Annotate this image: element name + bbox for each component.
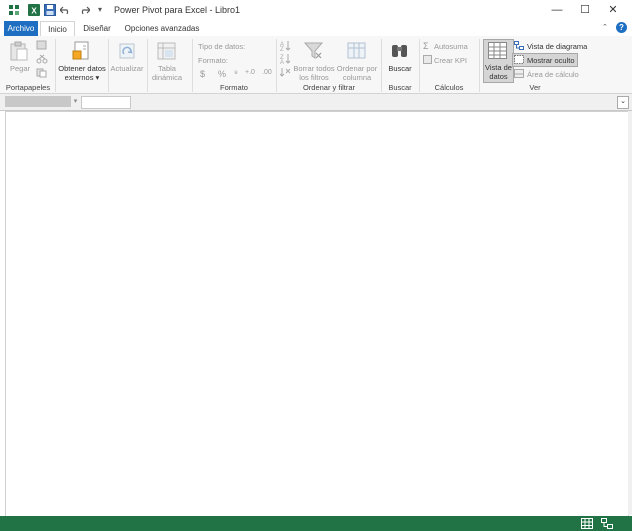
close-button[interactable]: ✕: [600, 2, 626, 19]
find-button[interactable]: Buscar: [383, 64, 417, 73]
separator: [276, 39, 277, 92]
cut-icon[interactable]: [36, 54, 48, 64]
power-pivot-icon: [8, 4, 20, 16]
paste-icon: [10, 41, 28, 61]
group-label-formato: Formato: [220, 83, 248, 92]
ribbon-collapse-icon[interactable]: ⌃: [602, 23, 609, 31]
thousands-button[interactable]: ⁹: [234, 68, 238, 78]
autosum-button[interactable]: Autosuma: [434, 42, 468, 51]
show-hidden-icon: [514, 55, 524, 64]
get-external-data-label-1: Obtener datos: [58, 64, 106, 73]
title-bar: [0, 0, 632, 21]
calculation-area-button[interactable]: Área de cálculo: [527, 70, 579, 79]
tab-disenar[interactable]: Diseñar: [78, 21, 116, 36]
tab-inicio[interactable]: Inicio: [40, 21, 75, 37]
clear-filters-icon: [304, 42, 324, 59]
group-label-portapapeles: Portapapeles: [5, 83, 51, 92]
pivot-table-icon: [157, 42, 176, 60]
maximize-button[interactable]: ☐: [572, 2, 598, 19]
name-box[interactable]: [5, 96, 71, 107]
formula-input[interactable]: [81, 96, 131, 109]
group-label-calculos: Cálculos: [434, 83, 464, 92]
grid-view-icon[interactable]: [581, 518, 593, 529]
save-icon[interactable]: [44, 4, 56, 16]
svg-text:A: A: [280, 60, 284, 64]
name-box-dropdown-icon[interactable]: ▾: [71, 96, 80, 107]
tab-opciones-avanzadas[interactable]: Opciones avanzadas: [122, 21, 202, 36]
diagram-view-button[interactable]: Vista de diagrama: [527, 42, 587, 51]
undo-icon[interactable]: [60, 5, 72, 15]
excel-icon[interactable]: X: [28, 4, 40, 16]
get-external-data-button[interactable]: Obtener datos externos ▾: [56, 64, 108, 82]
refresh-icon: [119, 43, 135, 59]
svg-text:X: X: [31, 7, 37, 16]
sort-by-column-icon: [347, 42, 366, 59]
formula-expand-icon[interactable]: ⌄: [617, 96, 629, 109]
sort-by-column-button[interactable]: Ordenar por columna: [336, 64, 378, 82]
clear-filters-label-2: los filtros: [299, 73, 329, 82]
separator: [192, 39, 193, 92]
data-view-label: Vista de datos: [483, 63, 514, 81]
svg-text:Z: Z: [280, 47, 284, 51]
data-type-label[interactable]: Tipo de datos:: [198, 42, 245, 51]
percent-button[interactable]: %: [218, 69, 226, 79]
minimize-button[interactable]: —: [544, 2, 570, 19]
show-hidden-label: Mostrar oculto: [527, 56, 575, 65]
pivot-table-button[interactable]: Tabla dinámica: [148, 64, 186, 82]
tab-archivo[interactable]: Archivo: [4, 21, 38, 36]
get-external-data-label-2: externos ▾: [64, 73, 100, 82]
data-view-icon: [488, 42, 507, 59]
clear-sort-icon[interactable]: [280, 66, 291, 77]
get-external-data-icon: [72, 41, 89, 60]
redo-icon[interactable]: [78, 5, 90, 15]
pivot-table-label-2: dinámica: [151, 73, 182, 82]
pivot-table-label-1: Tabla: [158, 64, 176, 73]
status-bar: [0, 516, 632, 531]
clear-filters-button[interactable]: Borrar todos los filtros: [292, 64, 336, 82]
diagram-status-icon[interactable]: [601, 518, 613, 529]
qat-customize-icon[interactable]: ▾: [96, 5, 104, 15]
sort-by-column-label-2: columna: [342, 73, 372, 82]
data-view-label-1: Vista de: [485, 63, 512, 72]
calculation-area-icon: [514, 69, 524, 78]
group-label-ordenar: Ordenar y filtrar: [302, 83, 356, 92]
decrease-decimal-button[interactable]: .00: [262, 69, 272, 76]
copy-icon[interactable]: [36, 68, 48, 78]
group-label-ver: Ver: [529, 83, 541, 92]
paste-special-icon[interactable]: [36, 40, 48, 50]
help-icon[interactable]: ?: [616, 22, 627, 33]
diagram-view-icon: [514, 41, 524, 50]
currency-button[interactable]: $: [200, 69, 205, 79]
refresh-button[interactable]: Actualizar: [108, 64, 146, 73]
sigma-icon: Σ: [423, 41, 429, 51]
binoculars-icon: [392, 45, 407, 57]
clear-filters-label-1: Borrar todos: [293, 64, 335, 73]
right-edge-strip: [628, 111, 632, 515]
data-view-label-2: datos: [489, 72, 508, 81]
kpi-icon: [423, 55, 432, 64]
paste-button[interactable]: Pegar: [5, 64, 35, 73]
group-label-buscar: Buscar: [388, 83, 412, 92]
create-kpi-button[interactable]: Crear KPI: [434, 56, 467, 65]
sort-by-column-label-1: Ordenar por: [336, 64, 378, 73]
increase-decimal-button[interactable]: +.0: [245, 69, 255, 76]
window-title: Power Pivot para Excel - Libro1: [114, 5, 241, 15]
sort-ascending-icon[interactable]: AZ: [280, 40, 291, 51]
data-grid-area[interactable]: [5, 111, 629, 517]
format-label[interactable]: Formato:: [198, 56, 228, 65]
sort-descending-icon[interactable]: ZA: [280, 53, 291, 64]
